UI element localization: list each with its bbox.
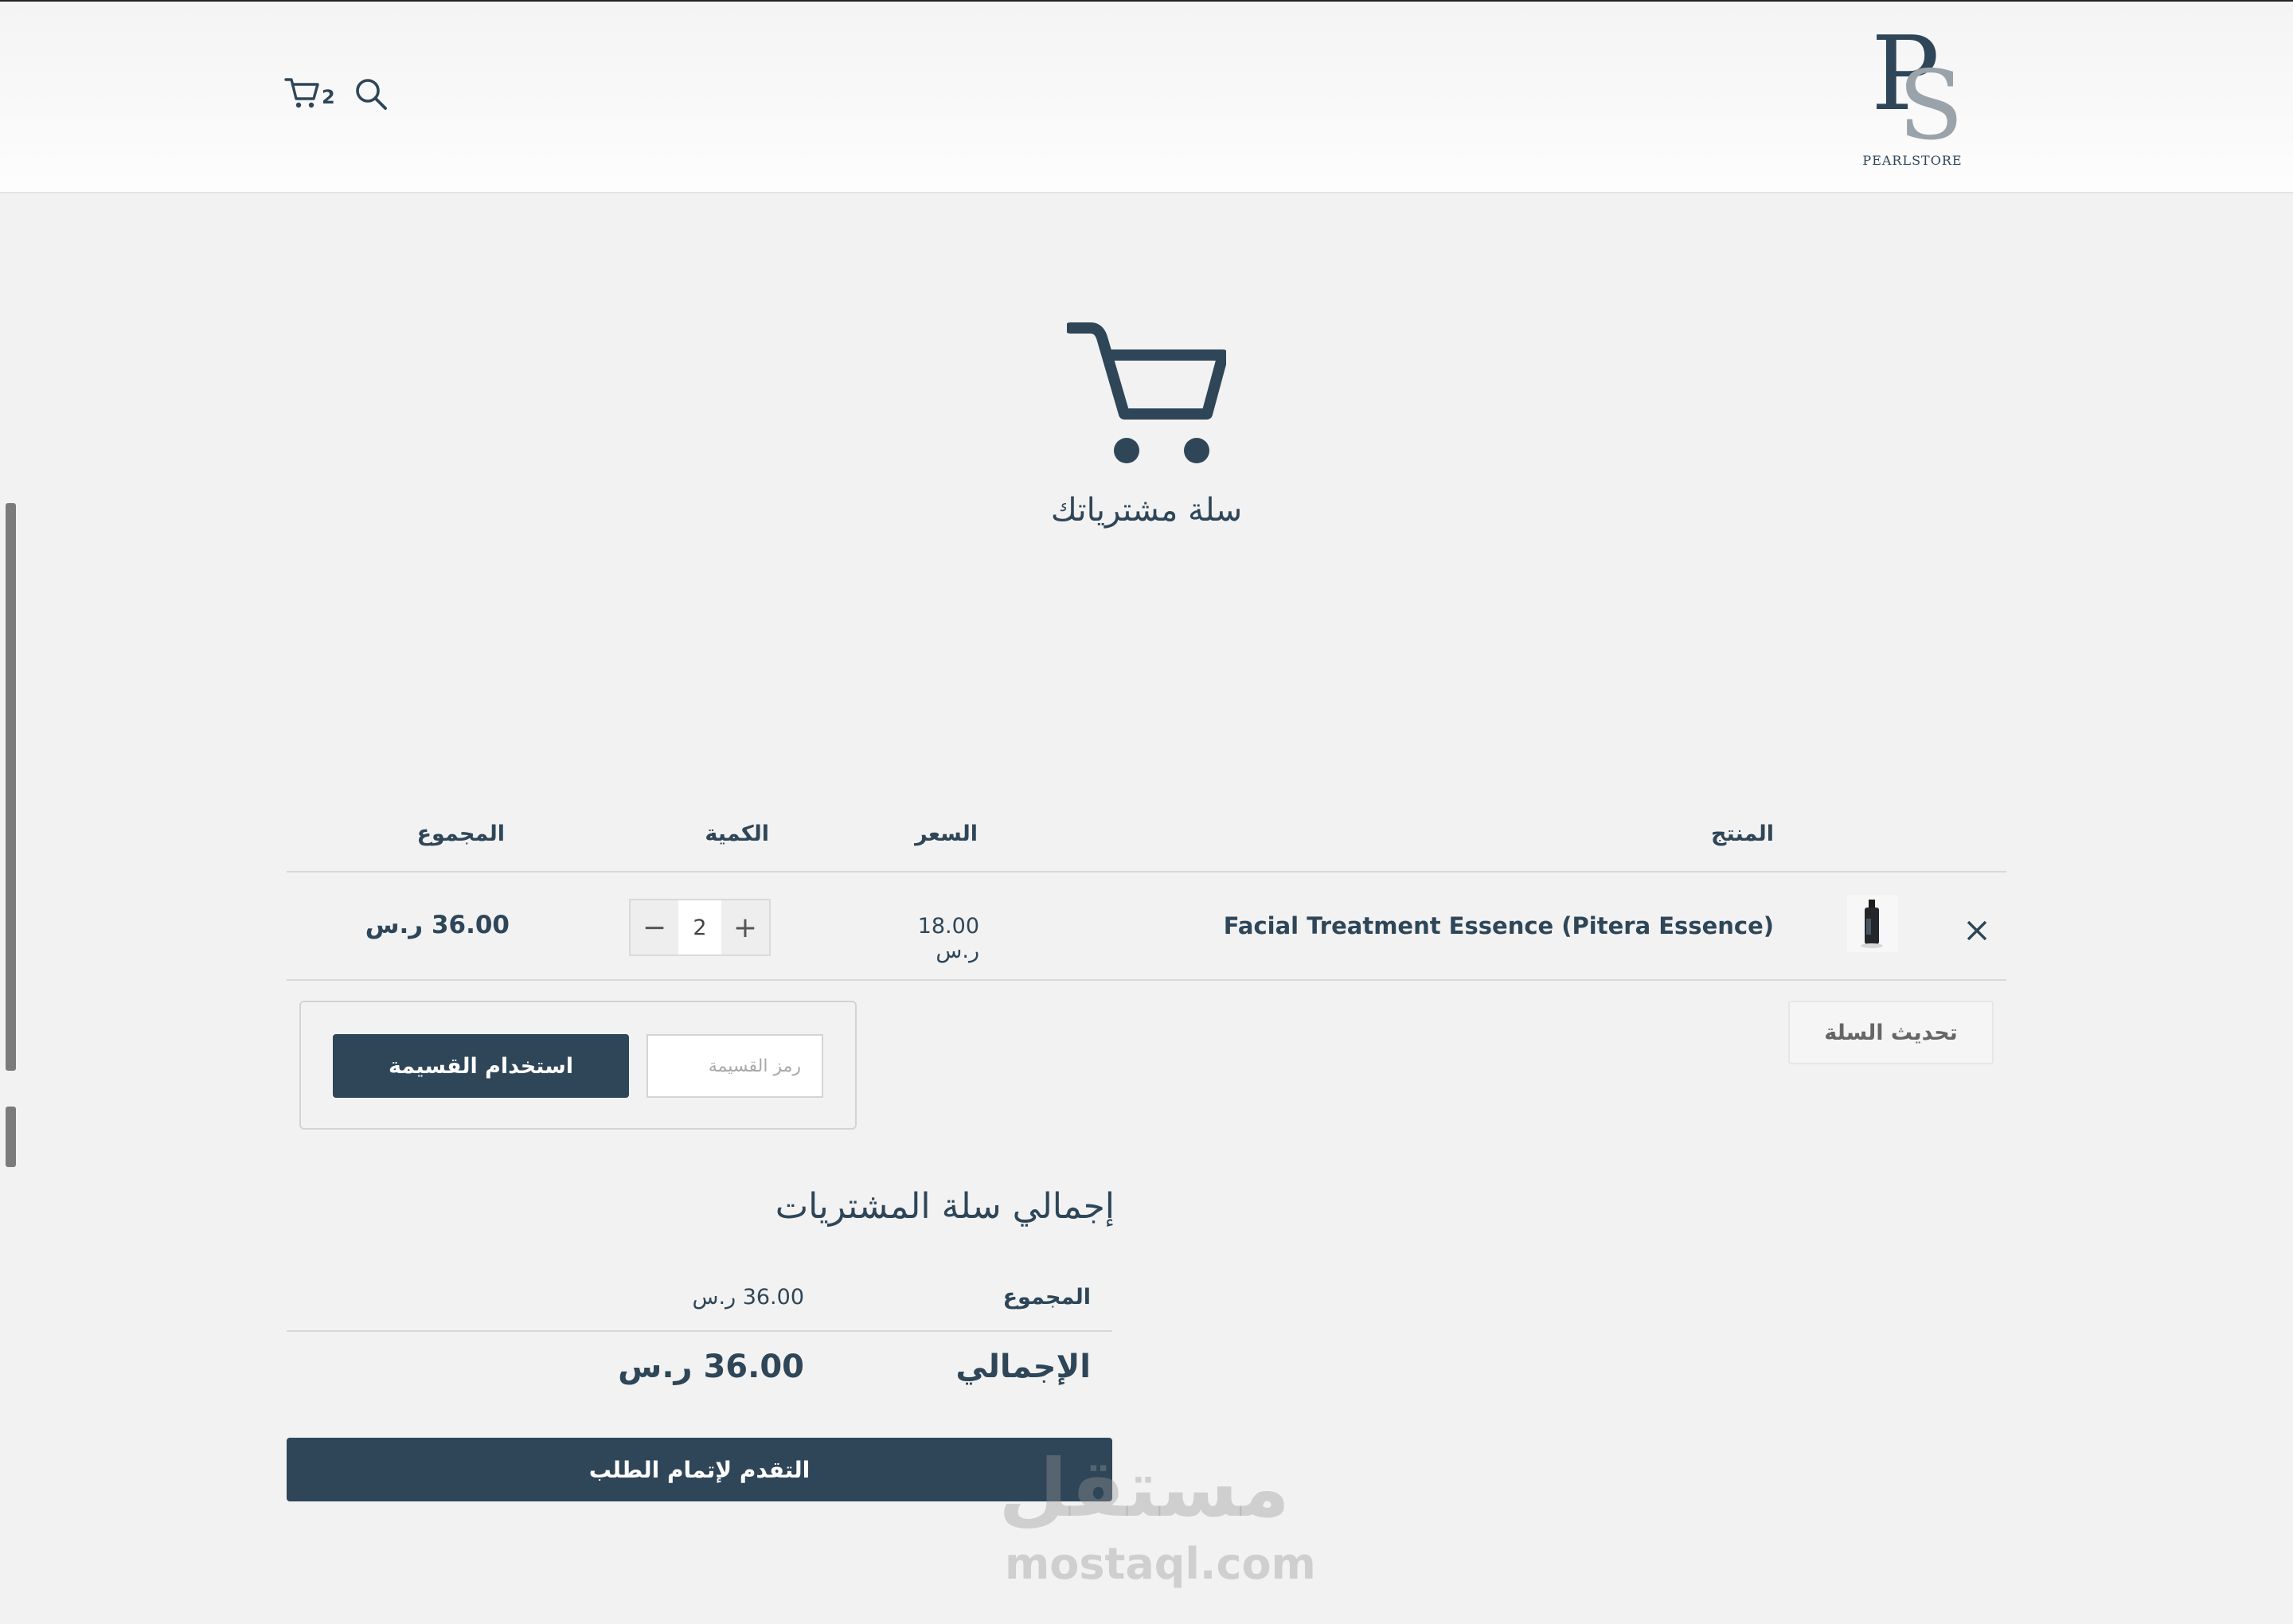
- site-header: 2 P S PEARLSTORE: [0, 2, 2293, 193]
- cart-icon[interactable]: [283, 75, 322, 110]
- totals-divider: [287, 1330, 1112, 1332]
- watermark-arabic: مستقل: [998, 1442, 1290, 1535]
- row-total: 36.00 ر.س: [365, 911, 510, 939]
- product-price: 18.00 ر.س: [917, 914, 979, 963]
- side-scroll-indicator-small[interactable]: [6, 1107, 16, 1167]
- quantity-decrease-button[interactable]: −: [631, 900, 678, 954]
- table-divider-top: [287, 871, 2006, 873]
- cart-totals-title: إجمالي سلة المشتريات: [775, 1186, 1115, 1227]
- checkout-button[interactable]: التقدم لإتمام الطلب: [287, 1438, 1112, 1501]
- column-header-total: المجموع: [416, 822, 505, 846]
- column-header-product: المنتج: [1711, 822, 1774, 846]
- cart-count-badge[interactable]: 2: [322, 86, 335, 108]
- total-label: الإجمالي: [955, 1349, 1091, 1385]
- quantity-increase-button[interactable]: +: [721, 900, 769, 954]
- logo-wordmark: PEARLSTORE: [1862, 153, 1963, 168]
- watermark-latin: mostaql.com: [1005, 1539, 1316, 1589]
- product-name-link[interactable]: Facial Treatment Essence (Pitera Essence…: [1224, 912, 1774, 939]
- subtotal-value: 36.00 ر.س: [692, 1285, 804, 1310]
- large-cart-icon: [1067, 322, 1226, 463]
- apply-coupon-button[interactable]: استخدام القسيمة: [333, 1034, 629, 1098]
- product-thumbnail[interactable]: [1847, 895, 1898, 952]
- logo-monogram-s: S: [1898, 51, 1964, 162]
- store-logo[interactable]: P S PEARLSTORE: [1857, 24, 1968, 171]
- search-icon[interactable]: [354, 76, 389, 111]
- table-divider-bottom: [287, 979, 2006, 981]
- coupon-code-input[interactable]: [646, 1034, 823, 1098]
- subtotal-label: المجموع: [1002, 1285, 1091, 1310]
- update-cart-button[interactable]: تحديث السلة: [1788, 1001, 1994, 1064]
- quantity-stepper[interactable]: − 2 +: [629, 899, 771, 956]
- quantity-value[interactable]: 2: [678, 900, 721, 954]
- remove-item-icon[interactable]: [1960, 914, 1994, 947]
- column-header-price: السعر: [915, 822, 978, 846]
- total-value: 36.00 ر.س: [618, 1349, 804, 1385]
- side-scroll-indicator[interactable]: [6, 503, 16, 1071]
- column-header-quantity: الكمية: [705, 822, 769, 846]
- page-title: سلة مشترياتك: [1050, 492, 1243, 529]
- coupon-box: استخدام القسيمة: [299, 1001, 857, 1130]
